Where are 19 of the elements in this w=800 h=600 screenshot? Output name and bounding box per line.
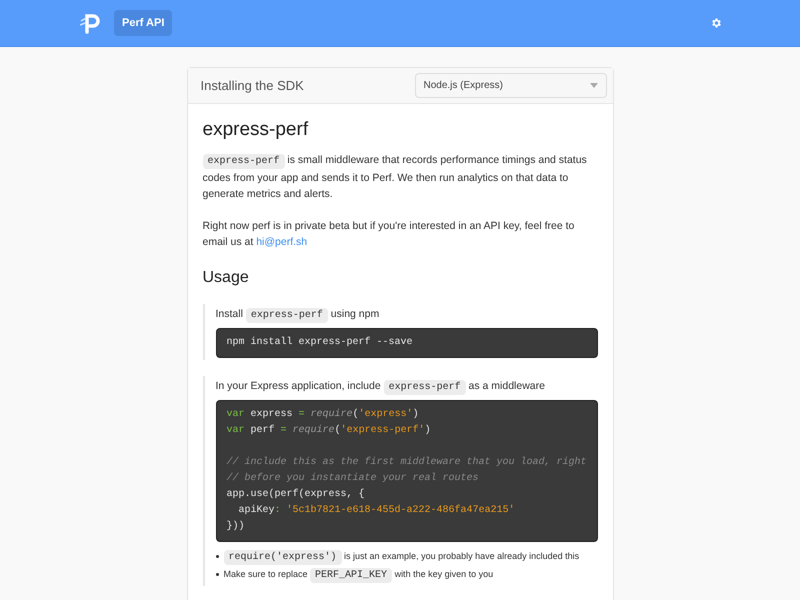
bullet-icon (216, 573, 218, 576)
brand-button[interactable]: Perf API (114, 10, 172, 36)
step-instruction: Install express-perf using npm (216, 307, 380, 324)
dropdown-caret-icon (590, 83, 598, 88)
description-paragraph: Right now perf is in private beta but if you're interested in an API key, feel free to email us at hi@perf.sh (202, 219, 576, 250)
card-title: Installing the SDK (200, 76, 304, 95)
usage-heading: Usage (202, 268, 250, 288)
settings-icon[interactable] (710, 17, 722, 29)
language-select[interactable]: Node.js (Express) (414, 73, 606, 98)
email-link[interactable]: hi@perf.sh (256, 236, 308, 248)
code-block: npm install express-perf --save (216, 328, 598, 358)
note-text: Make sure to replace PERF_API_KEY with the key given to you (224, 567, 494, 584)
description-paragraph: express-perf is small middleware that records performance timings and status codes from your app and sends it to Perf. We then run analytics on that data to generate metrics and alerts. (202, 153, 588, 202)
logo-icon (80, 12, 102, 34)
package-heading: express-perf (202, 118, 310, 142)
code-block: var express = require('express') var perf = require('express-perf') // include this as the first middleware that you load, right // before you instantiate your real routes app.use(perf(express, { apiKey: '5c1b7821-e618-455d-a222-486fa47ea215' })) (216, 400, 598, 542)
note-text: require('express') is just an example, you probably have already included this (224, 548, 580, 566)
step-instruction: In your Express application, include express-perf as a middleware (216, 379, 546, 396)
bullet-icon (216, 555, 218, 558)
